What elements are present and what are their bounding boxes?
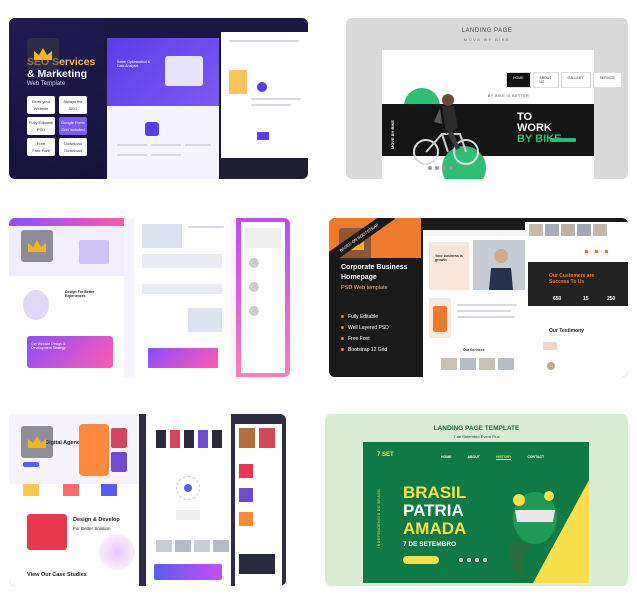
preview-nav: HOME ABOUT US GALLERY SERVICE <box>506 72 622 88</box>
crown-icon <box>21 230 53 262</box>
preview-page-services <box>134 218 231 377</box>
template-card-digital-agency-purple[interactable]: Design For Better Experiences Get Websit… <box>9 218 290 377</box>
preview-page-inner <box>221 32 308 179</box>
card-subtitle: Web Template <box>27 81 66 87</box>
template-card-digital-agency-studio[interactable]: Digital Agency Design & Develop For Bett… <box>9 414 286 586</box>
feature-tile: Free Free Font <box>27 138 55 156</box>
feature-icon-box <box>145 122 159 136</box>
preview-page-mobile <box>235 424 282 586</box>
card-subtitle: PSD Web template <box>341 285 388 291</box>
preview-cta-text: Get Website Design & Development Strateg… <box>31 342 66 350</box>
feature-tile: Grow your Website <box>27 96 55 114</box>
design-line1: Design & Develop <box>73 517 120 523</box>
brand-logo: 7 SET <box>377 452 394 458</box>
crown-icon <box>27 38 59 70</box>
stat-value: 250 <box>607 296 616 302</box>
stat-value: 650 <box>553 296 562 302</box>
preview-footer <box>221 158 308 179</box>
template-card-corporate-business[interactable]: BASED ON BOOTSTRAP Corporate Business Ho… <box>329 218 628 377</box>
preview-page: HOME ABOUT US GALLERY SERVICE BY BIKE IS… <box>382 50 622 179</box>
feature-tile: Fully Editable PSD <box>27 117 55 135</box>
preview-page-home: Your business is growth Our Services <box>423 230 528 377</box>
card-header-subtitle: MOVE BY BIKE <box>463 37 511 42</box>
feature-item: Bootstrap 12 Grid <box>341 347 387 353</box>
social-links <box>459 558 487 562</box>
headline-line2: PATRIA <box>403 501 464 520</box>
social-links <box>428 166 453 170</box>
feature-tile: Download Download <box>59 138 87 156</box>
studio-text: View Our Case Studies <box>27 572 87 578</box>
headline-line1: BRASIL <box>403 483 467 502</box>
preview-page-home: Better Optimization & Data Analysis <box>107 38 219 179</box>
feature-item: Fully Editable <box>341 314 378 320</box>
card-title-line1: Corporate Business <box>341 264 408 271</box>
template-card-to-work-by-bike[interactable]: LANDING PAGE MOVE BY BIKE HOME ABOUT US … <box>346 18 628 179</box>
template-card-seo-services[interactable]: SEO Services & Marketing Web Template Gr… <box>9 18 308 179</box>
preview-hero-text: Your business is growth <box>435 254 463 262</box>
event-date: 7 DE SETEMBRO <box>403 541 457 548</box>
cta-text: Our Customers are Success To Us <box>549 273 595 285</box>
card-header-title: LANDING PAGE <box>461 28 513 34</box>
hero-cta <box>550 138 576 142</box>
services-title: Our Services <box>463 348 485 352</box>
preview-page-case-studies <box>146 414 231 586</box>
side-text: INDEPENDENCIA DO BRASIL <box>377 488 381 548</box>
feature-item: Free Font <box>341 336 370 342</box>
tagline: BY BIKE IS BETTER <box>488 94 530 98</box>
testimony-title: Our Testimony <box>549 328 584 334</box>
cta-button <box>403 556 439 564</box>
design-line2: For Better Solution <box>73 526 111 531</box>
card-title-line2: Homepage <box>341 274 377 281</box>
stat-value: 15 <box>583 296 589 302</box>
preview-hero-text: Better Optimization & Data Analysis <box>117 60 151 68</box>
crown-icon <box>21 426 53 458</box>
template-card-brasil-patria-amada[interactable]: LANDING PAGE TEMPLATE 7 de Setembro Even… <box>325 414 628 586</box>
preview-cta-band: Our Customers are Success To Us 650 15 2… <box>525 262 628 306</box>
preview-headline: Design For Better Experiences <box>65 290 95 298</box>
feature-item: Well Layered PSD <box>341 325 389 331</box>
feature-tile: Google Fonts Grid included <box>59 117 87 135</box>
side-label: MOVE BY BIKE <box>390 120 395 150</box>
headline-line3: AMADA <box>403 519 467 538</box>
preview-page: 7 SET HOME ABOUT HISTORY CONTACT INDEPEN… <box>363 442 589 583</box>
card-header-subtitle: 7 de Setembro Event Flux <box>453 434 500 439</box>
card-header-title: LANDING PAGE TEMPLATE <box>433 425 520 432</box>
preview-page-mobile <box>241 222 285 373</box>
feature-tile: Always the SEO <box>59 96 87 114</box>
decorative-illustration <box>508 480 589 583</box>
cyclist-image <box>413 94 479 165</box>
hero-illustration <box>165 56 203 86</box>
